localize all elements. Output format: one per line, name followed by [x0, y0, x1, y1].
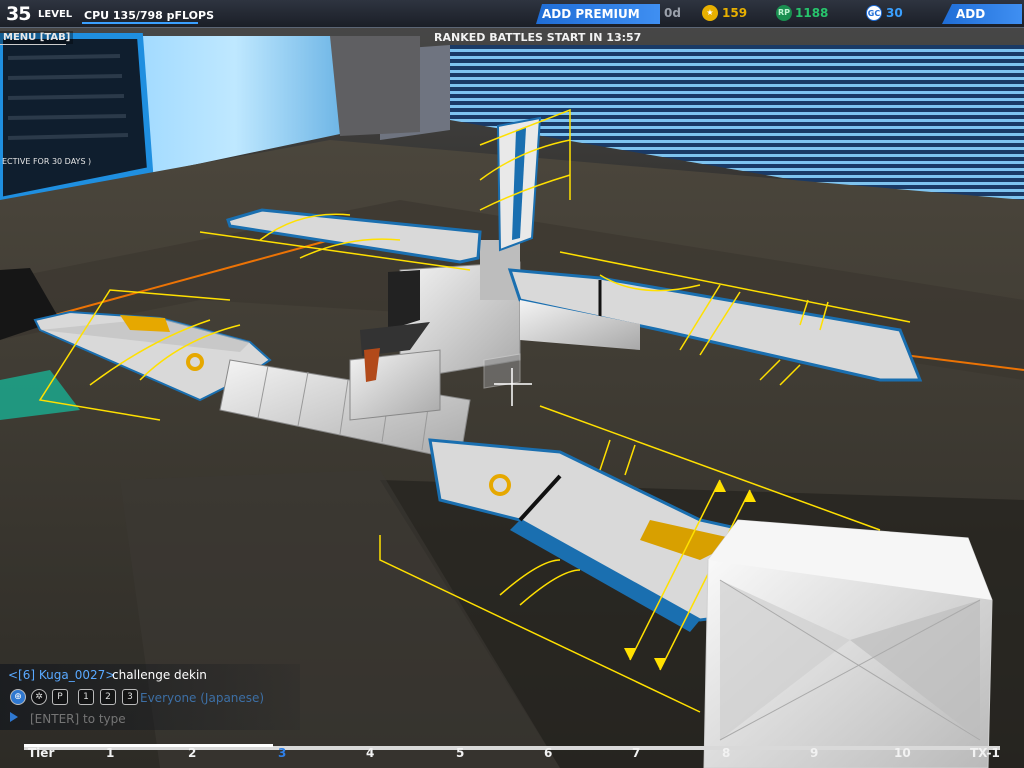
- globe-icon[interactable]: ⊕: [10, 689, 26, 705]
- tier-10: 10: [894, 746, 911, 760]
- foreground-cube: [703, 519, 993, 768]
- tier-progress-fill: [24, 744, 273, 747]
- cpu-bar: [82, 22, 198, 24]
- cpu-readout: CPU 135/798 pFLOPS: [84, 9, 215, 22]
- add-premium-label: ADD PREMIUM: [542, 7, 640, 21]
- menu-underline: [0, 44, 66, 45]
- level-label: LEVEL: [38, 9, 73, 20]
- rp-icon: RP: [776, 5, 792, 21]
- ranked-battles-notice: RANKED BATTLES START IN 13:57: [434, 31, 642, 44]
- wall-screen-text: ECTIVE FOR 30 DAYS ): [2, 157, 91, 166]
- tier-9: 9: [810, 746, 819, 760]
- level-number: 35: [6, 3, 31, 25]
- garage-scene: ECTIVE FOR 30 DAYS ): [0, 0, 1024, 768]
- tier-progress-bar: Tier 1 2 3 4 5 6 7 8 9 10 TX-1: [24, 740, 1000, 768]
- chat-message: challenge dekin: [112, 668, 207, 682]
- top-hud-bar: 35 LEVEL CPU 135/798 pFLOPS ADD PREMIUM …: [0, 0, 1024, 28]
- gc-icon: GC: [866, 5, 882, 21]
- tier-2: 2: [188, 746, 197, 760]
- player-2-icon[interactable]: 2: [100, 689, 116, 705]
- tier-1: 1: [106, 746, 115, 760]
- chat-username[interactable]: <[6] Kuga_0027>: [8, 668, 115, 682]
- gc-value: 30: [886, 6, 903, 20]
- tier-6: 6: [544, 746, 553, 760]
- people-icon[interactable]: ✲: [31, 689, 47, 705]
- party-icon[interactable]: P: [52, 689, 68, 705]
- tier-4: 4: [366, 746, 375, 760]
- player-1-icon[interactable]: 1: [78, 689, 94, 705]
- tier-8: 8: [722, 746, 731, 760]
- chat-input[interactable]: [24, 710, 294, 728]
- player-3-icon[interactable]: 3: [122, 689, 138, 705]
- tier-3: 3: [278, 746, 287, 760]
- tier-tx-1: TX-1: [970, 746, 1000, 760]
- chat-channel-label[interactable]: Everyone (Japanese): [140, 691, 264, 705]
- robits-value: 159: [722, 6, 748, 20]
- add-funds-button[interactable]: ADD FUNDS: [942, 4, 1022, 24]
- chat-caret-icon: [10, 712, 18, 722]
- robits-icon: ★: [702, 5, 718, 21]
- tier-label: Tier: [28, 746, 55, 760]
- add-premium-button[interactable]: ADD PREMIUM: [536, 4, 660, 24]
- rp-value: 1188: [795, 6, 829, 20]
- tier-7: 7: [632, 746, 641, 760]
- menu-button[interactable]: MENU [TAB]: [0, 31, 74, 44]
- premium-days: 0d: [664, 6, 681, 20]
- tier-5: 5: [456, 746, 465, 760]
